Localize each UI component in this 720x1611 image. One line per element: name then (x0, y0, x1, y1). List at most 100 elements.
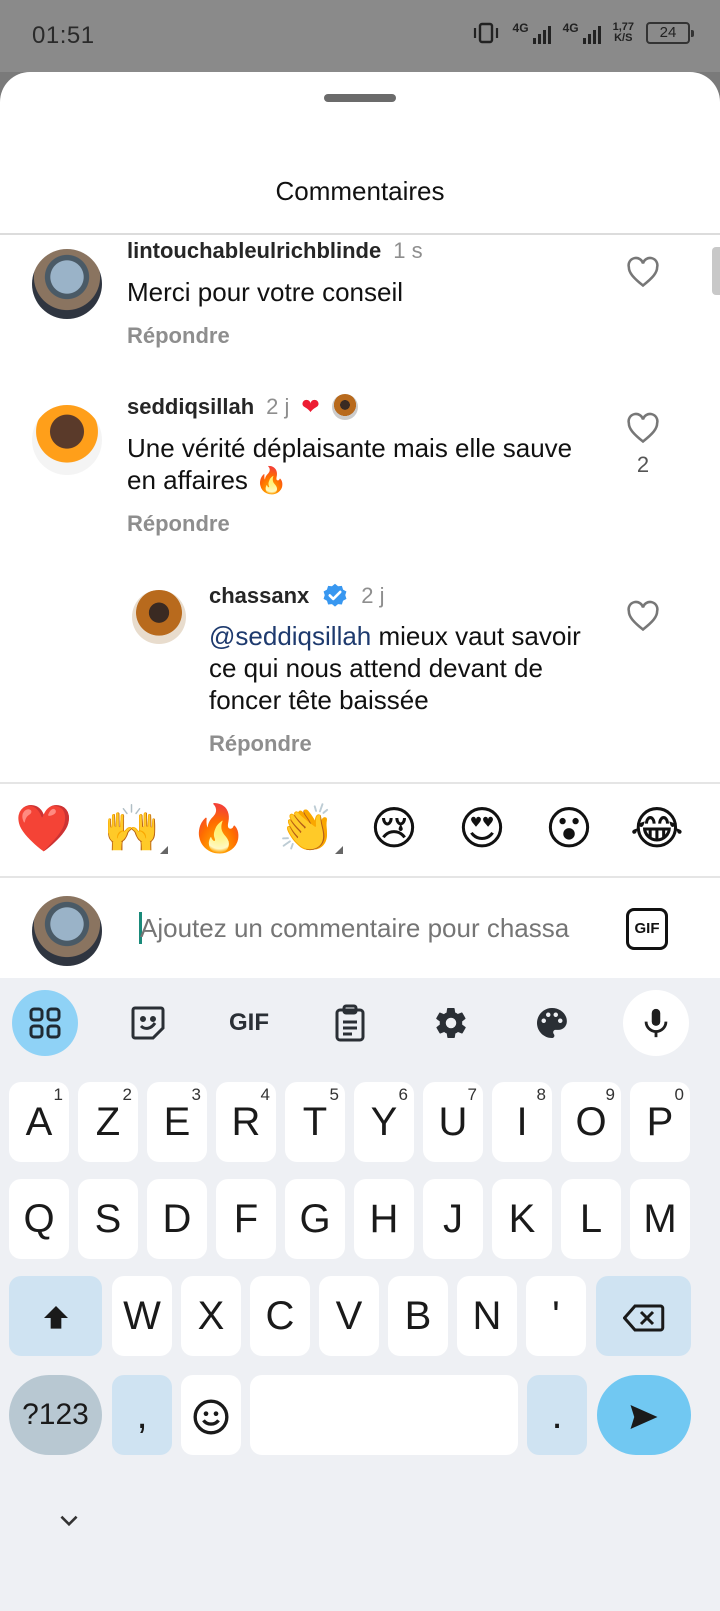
gif-keyboard-button[interactable]: GIF (216, 990, 282, 1056)
creator-liked-heart-icon: ❤ (301, 394, 320, 419)
comment-time: 2 j (361, 583, 385, 608)
key-j[interactable]: J (423, 1179, 483, 1259)
apps-grid-button[interactable] (12, 990, 78, 1056)
key-n[interactable]: N (457, 1276, 517, 1356)
key-w[interactable]: W (112, 1276, 172, 1356)
scrollbar[interactable] (712, 247, 720, 295)
key-z[interactable]: Z2 (78, 1082, 138, 1162)
verified-badge-icon (323, 583, 347, 607)
key-x[interactable]: X (181, 1276, 241, 1356)
comment-author[interactable]: chassanx 2 j (209, 582, 385, 610)
comma-key[interactable]: , (112, 1375, 172, 1455)
heart-icon[interactable] (626, 600, 660, 632)
voice-input-button[interactable] (623, 990, 689, 1056)
emoji-clap-button[interactable]: 👏 (277, 800, 343, 856)
signal-icon-1: 4G (513, 22, 551, 44)
shift-icon (43, 1306, 68, 1330)
emoji-fire-button[interactable]: 🔥 (189, 800, 249, 856)
emoji-raised-hands-button[interactable]: 🙌 (102, 800, 168, 856)
key-m[interactable]: M (630, 1179, 690, 1259)
heart-icon[interactable] (626, 412, 660, 444)
status-bar: 01:51 4G 4G 1,77 K/S 24 (0, 0, 720, 72)
key-e[interactable]: E3 (147, 1082, 207, 1162)
comment-input[interactable] (140, 908, 610, 948)
sticker-button[interactable] (115, 990, 181, 1056)
emoji-laughing-button[interactable]: 😂 (627, 800, 687, 856)
key-a[interactable]: A1 (9, 1082, 69, 1162)
gear-icon (436, 1007, 466, 1039)
key-h[interactable]: H (354, 1179, 414, 1259)
key-v[interactable]: V (319, 1276, 379, 1356)
comment-time: 2 j (266, 394, 290, 419)
clipboard-button[interactable] (317, 990, 383, 1056)
shift-key[interactable] (9, 1276, 102, 1356)
heart-icon[interactable] (626, 256, 660, 288)
gif-button[interactable]: GIF (626, 908, 668, 950)
keyboard: GIF A1 Z2 E3 R4 T5 Y6 U7 I8 O9 P0 Q S D … (0, 978, 720, 1611)
key-u[interactable]: U7 (423, 1082, 483, 1162)
avatar[interactable] (32, 405, 102, 475)
emoji-heart-button[interactable]: ❤️ (14, 800, 74, 856)
key-y[interactable]: Y6 (354, 1082, 414, 1162)
creator-avatar (331, 394, 358, 420)
vibrate-icon (473, 22, 498, 44)
key-f[interactable]: F (216, 1179, 276, 1259)
emoji-surprised-button[interactable]: 😮 (539, 800, 599, 856)
key-o[interactable]: O9 (561, 1082, 621, 1162)
status-icons: 4G 4G 1,77 K/S 24 (471, 21, 694, 44)
key-i[interactable]: I8 (492, 1082, 552, 1162)
space-key[interactable] (250, 1375, 518, 1455)
comment-author[interactable]: lintouchableulrichblinde 1 s (127, 238, 423, 264)
like-count: 2 (636, 452, 650, 477)
key-r[interactable]: R4 (216, 1082, 276, 1162)
clipboard-icon (335, 1004, 365, 1042)
key-b[interactable]: B (388, 1276, 448, 1356)
divider (0, 233, 720, 235)
palette-icon (537, 1008, 567, 1038)
send-key[interactable] (597, 1375, 691, 1455)
quick-emoji-bar: ❤️ 🙌 🔥 👏 😢 😍 😮 😂 (0, 786, 720, 874)
emoji-key[interactable] (181, 1375, 241, 1455)
status-time: 01:51 (32, 22, 95, 49)
skin-tone-indicator (160, 846, 168, 854)
mention-link[interactable]: @seddiqsillah (209, 621, 371, 651)
theme-button[interactable] (519, 990, 585, 1056)
key-g[interactable]: G (285, 1179, 345, 1259)
period-key[interactable]: . (527, 1375, 587, 1455)
reply-button[interactable]: Répondre (127, 511, 230, 537)
key-l[interactable]: L (561, 1179, 621, 1259)
key-p[interactable]: P0 (630, 1082, 690, 1162)
sheet-title: Commentaires (275, 176, 445, 206)
symbols-key[interactable]: ?123 (9, 1375, 102, 1455)
own-avatar (32, 896, 102, 966)
sheet-drag-handle[interactable] (324, 94, 396, 102)
comment-text: @seddiqsillah mieux vaut savoir ce qui n… (209, 621, 581, 715)
divider (0, 782, 720, 784)
chevron-down-icon[interactable] (56, 1508, 82, 1534)
key-c[interactable]: C (250, 1276, 310, 1356)
reply-button[interactable]: Répondre (209, 731, 312, 757)
comment-author[interactable]: seddiqsillah 2 j ❤ (127, 394, 358, 420)
signal-icon-2: 4G (563, 22, 601, 44)
key-apostrophe[interactable]: ' (526, 1276, 586, 1356)
mic-icon (644, 1008, 668, 1038)
key-k[interactable]: K (492, 1179, 552, 1259)
key-d[interactable]: D (147, 1179, 207, 1259)
emoji-crying-button[interactable]: 😢 (364, 800, 424, 856)
battery-icon: 24 (646, 22, 694, 44)
apps-grid-icon (29, 1007, 61, 1039)
comment-text: Merci pour votre conseil (127, 277, 403, 307)
key-q[interactable]: Q (9, 1179, 69, 1259)
avatar[interactable] (32, 249, 102, 319)
emoji-heart-eyes-button[interactable]: 😍 (452, 800, 512, 856)
key-s[interactable]: S (78, 1179, 138, 1259)
key-t[interactable]: T5 (285, 1082, 345, 1162)
network-speed: 1,77 K/S (612, 21, 634, 44)
gif-icon: GIF (229, 1009, 269, 1036)
avatar[interactable] (132, 590, 186, 644)
settings-button[interactable] (418, 990, 484, 1056)
backspace-key[interactable] (596, 1276, 691, 1356)
backspace-icon (622, 1304, 664, 1332)
reply-button[interactable]: Répondre (127, 323, 230, 349)
comment-composer: GIF (0, 878, 720, 978)
